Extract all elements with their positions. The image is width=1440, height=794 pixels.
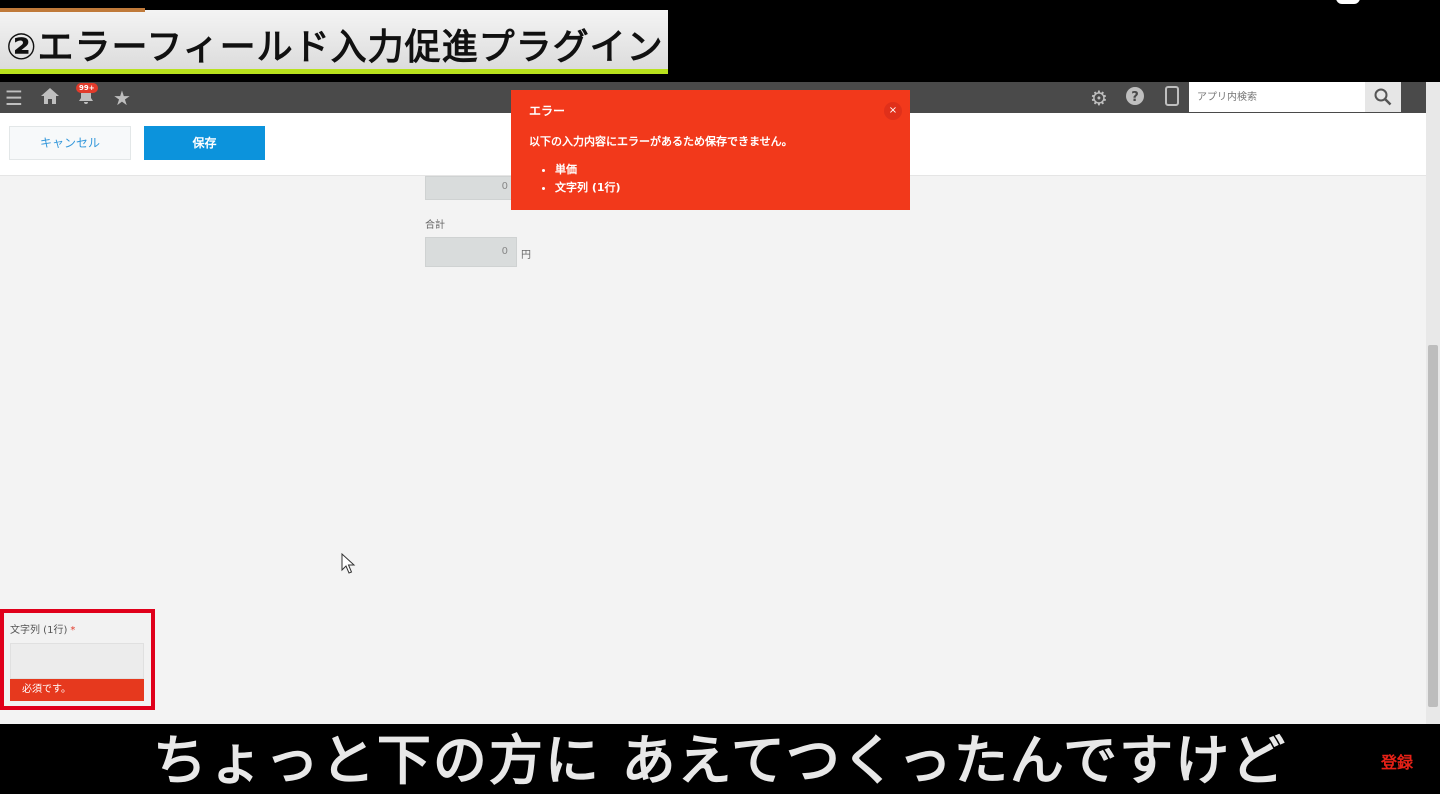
home-icon[interactable] (38, 86, 62, 110)
search-icon[interactable] (1365, 82, 1401, 112)
total-unit: 円 (521, 250, 531, 261)
video-subtitle: ちょっと下の方に あえてつくったんですけど (152, 729, 1288, 792)
corner-decoration (1336, 0, 1360, 4)
save-button[interactable]: 保存 (144, 126, 265, 160)
highlighted-field: 文字列 (1行) * 必須です。 (0, 609, 155, 710)
help-icon[interactable]: ? (1123, 86, 1147, 110)
menu-icon[interactable]: ☰ (2, 86, 26, 110)
error-list: 単価 文字列 (1行) (529, 161, 892, 197)
error-title: エラー (529, 104, 566, 118)
cursor-icon (341, 553, 356, 574)
field-label: 文字列 (1行) * (10, 621, 75, 636)
total-field: 0 (425, 237, 517, 267)
video-title-banner: ②エラーフィールド入力促進プラグイン (0, 8, 668, 74)
total-label: 合計 (425, 220, 445, 231)
cancel-button[interactable]: キャンセル (9, 126, 131, 160)
mobile-icon[interactable] (1160, 86, 1184, 110)
error-item[interactable]: 文字列 (1行) (555, 179, 892, 197)
gear-icon[interactable]: ⚙ (1087, 86, 1111, 110)
video-title: ②エラーフィールド入力促進プラグイン (6, 27, 664, 68)
numeric-field[interactable]: 0 (425, 176, 517, 200)
error-message: 以下の入力内容にエラーがあるため保存できません。 (529, 135, 793, 148)
text-input[interactable] (10, 643, 144, 679)
subscribe-button[interactable]: 登録 (1377, 752, 1417, 774)
error-popup: エラー 以下の入力内容にエラーがあるため保存できません。 単価 文字列 (1行)… (511, 90, 910, 210)
app-search-input[interactable] (1189, 82, 1365, 112)
close-icon[interactable]: × (884, 102, 902, 120)
svg-text:?: ? (1131, 90, 1139, 105)
required-mark: * (70, 625, 76, 636)
field-error-message: 必須です。 (10, 679, 144, 701)
scrollbar-thumb[interactable] (1428, 345, 1438, 707)
star-icon[interactable]: ★ (110, 86, 134, 110)
notification-badge: 99+ (76, 83, 98, 93)
field-label-text: 文字列 (1行) (10, 625, 68, 636)
error-item[interactable]: 単価 (555, 161, 892, 179)
